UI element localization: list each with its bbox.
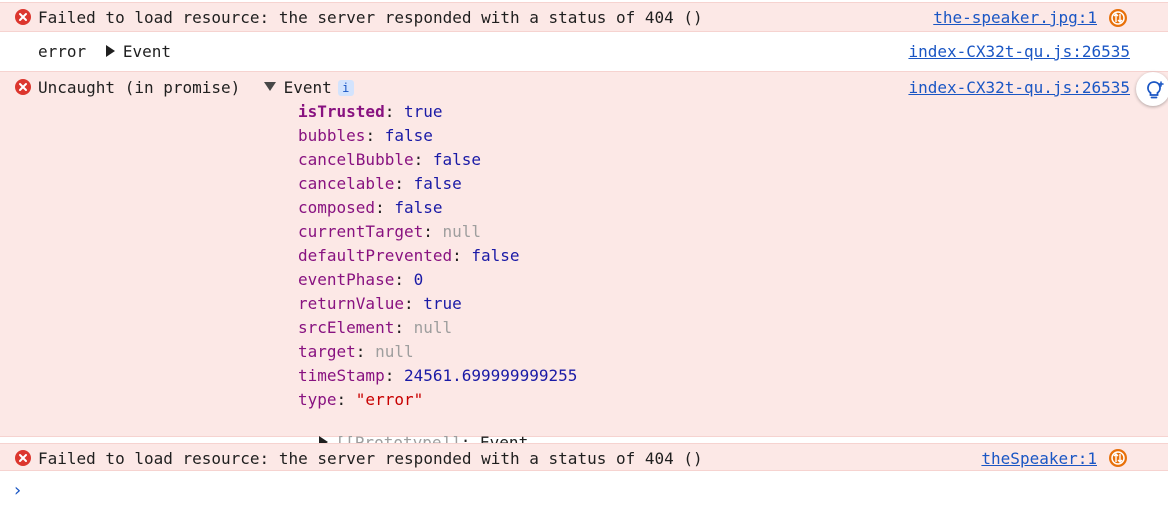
property-value: null xyxy=(413,318,453,337)
property-separator: : xyxy=(452,246,472,265)
event-label[interactable]: Event xyxy=(284,78,332,97)
property-key: cancelBubble xyxy=(298,150,414,169)
event-property-row: cancelBubble: false xyxy=(298,150,481,169)
property-key: timeStamp xyxy=(298,366,385,385)
uncaught-text: Uncaught (in promise) xyxy=(38,78,241,97)
event-property-row: type: "error" xyxy=(298,390,423,409)
console-error-row-uncaught[interactable]: Uncaught (in promise) Event i index-CX32t… xyxy=(0,71,1168,452)
lightbulb-icon xyxy=(1147,81,1164,99)
property-key: composed xyxy=(298,198,376,217)
property-value: false xyxy=(471,246,520,265)
log-level: error xyxy=(38,42,87,61)
collapse-triangle-icon[interactable] xyxy=(263,82,276,91)
property-key: target xyxy=(298,342,356,361)
source-link[interactable]: index-CX32t-qu.js:26535 xyxy=(908,78,1130,97)
network-request-icon[interactable] xyxy=(1109,449,1127,467)
property-separator: : xyxy=(375,198,395,217)
event-property-row: timeStamp: 24561.699999999255 xyxy=(298,366,577,385)
error-message: Failed to load resource: the server resp… xyxy=(38,449,703,468)
property-separator: : xyxy=(394,318,414,337)
expand-triangle-icon[interactable] xyxy=(105,45,115,57)
property-separator: : xyxy=(394,270,414,289)
error-message: Failed to load resource: the server resp… xyxy=(38,8,703,27)
property-separator: : xyxy=(384,102,404,121)
property-key: returnValue xyxy=(298,294,404,313)
property-key: srcElement xyxy=(298,318,395,337)
property-value: 0 xyxy=(413,270,424,289)
console-prompt[interactable]: › xyxy=(12,480,23,501)
property-value: true xyxy=(403,102,443,121)
property-value: false xyxy=(384,126,433,145)
property-value: 24561.699999999255 xyxy=(403,366,578,385)
property-value: true xyxy=(423,294,462,313)
property-key: type xyxy=(298,390,337,409)
property-value: "error" xyxy=(355,390,424,409)
property-key: currentTarget xyxy=(298,222,424,241)
log-message: error Event xyxy=(38,42,171,61)
event-property-row: isTrusted: true xyxy=(298,102,443,121)
event-property-row: defaultPrevented: false xyxy=(298,246,520,265)
event-property-row: target: null xyxy=(298,342,414,361)
property-value: false xyxy=(413,174,462,193)
event-property-row: eventPhase: 0 xyxy=(298,270,423,289)
property-separator: : xyxy=(384,366,404,385)
property-key: bubbles xyxy=(298,126,366,145)
property-separator: : xyxy=(423,222,443,241)
property-separator: : xyxy=(403,294,424,313)
event-property-row: bubbles: false xyxy=(298,126,433,145)
property-value: null xyxy=(442,222,482,241)
uncaught-message: Uncaught (in promise) Event i xyxy=(38,78,354,97)
property-value: false xyxy=(432,150,482,169)
property-separator: : xyxy=(394,174,414,193)
property-key: isTrusted xyxy=(298,102,385,121)
network-request-icon[interactable] xyxy=(1109,9,1127,27)
property-key: cancelable xyxy=(298,174,395,193)
source-link[interactable]: the-speaker.jpg:1 xyxy=(933,8,1097,27)
property-key: defaultPrevented xyxy=(298,246,453,265)
info-icon[interactable]: i xyxy=(337,80,354,96)
event-property-row: cancelable: false xyxy=(298,174,462,193)
event-property-row: returnValue: true xyxy=(298,294,462,313)
event-label[interactable]: Event xyxy=(123,42,171,61)
error-icon xyxy=(15,9,31,25)
source-link[interactable]: theSpeaker:1 xyxy=(981,449,1097,468)
property-key: eventPhase xyxy=(298,270,395,289)
property-separator: : xyxy=(355,342,376,361)
property-separator: : xyxy=(365,126,385,145)
event-property-row: composed: false xyxy=(298,198,443,217)
property-separator: : xyxy=(413,150,433,169)
error-icon xyxy=(15,450,31,466)
console-error-row-1[interactable]: Failed to load resource: the server resp… xyxy=(0,2,1168,32)
event-property-row: srcElement: null xyxy=(298,318,452,337)
console-log-row[interactable]: error Event index-CX32t-qu.js:26535 xyxy=(0,36,1168,66)
property-separator: : xyxy=(336,390,356,409)
error-icon xyxy=(15,79,31,95)
console-error-row-2[interactable]: Failed to load resource: the server resp… xyxy=(0,443,1168,471)
ai-insight-button[interactable] xyxy=(1136,72,1168,106)
property-value: null xyxy=(375,342,414,361)
event-property-row: currentTarget: null xyxy=(298,222,481,241)
source-link[interactable]: index-CX32t-qu.js:26535 xyxy=(908,42,1130,61)
property-value: false xyxy=(394,198,443,217)
